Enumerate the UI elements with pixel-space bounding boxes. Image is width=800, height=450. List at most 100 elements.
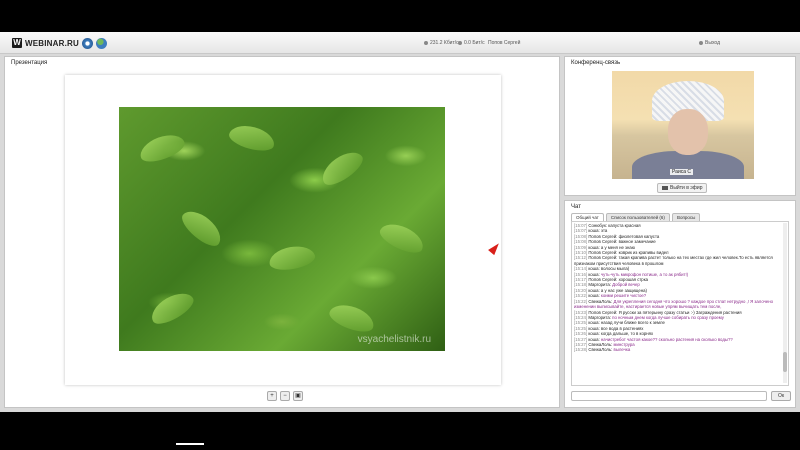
chat-message-user: коша: xyxy=(588,266,600,272)
chat-message-time: [15:12] xyxy=(574,255,588,261)
chat-message-text: фиолетовая капуста xyxy=(618,233,660,239)
chat-message: [15:28] СвежаЛоль: вылечка xyxy=(574,347,786,352)
chat-message-user: коша: xyxy=(588,271,600,277)
chat-message-user: СвежаЛоль: xyxy=(588,341,613,347)
save-icon[interactable]: ▣ xyxy=(293,391,303,401)
chat-message-time: [15:22] xyxy=(574,293,588,299)
chat-message-text: капуста красная xyxy=(608,223,641,228)
zoom-out-icon[interactable]: − xyxy=(280,391,290,401)
chat-message: [15:12] Попов Сергей: такая крапива раст… xyxy=(574,255,786,266)
chat-log[interactable]: [15:07] Сонюбук: капуста красная [15:07] … xyxy=(571,221,789,386)
chat-message-user: Маргорита: xyxy=(588,314,611,320)
chat-message-text: вылечка xyxy=(613,347,631,353)
leaf-shape xyxy=(316,145,368,191)
conference-title: Конференц-связь xyxy=(571,60,621,66)
app-window: W WEBINAR.RU 231.2 Кбит/с 0.0 Бит/с Попо… xyxy=(0,32,800,445)
chat-message: [15:22] СвежаЛоль: Для укрепления сегодн… xyxy=(574,299,786,310)
current-user-name: Попов Сергей xyxy=(488,40,521,46)
chat-panel: Чат Общий чат Список пользователей (6) В… xyxy=(564,200,796,408)
chat-message-time: [15:08] xyxy=(574,239,588,245)
tab-questions[interactable]: Вопросы xyxy=(671,213,701,221)
leaf-shape xyxy=(267,243,317,273)
go-on-air-label: Выйти в эфир xyxy=(670,185,703,191)
exit-button[interactable]: Выход xyxy=(699,40,720,46)
chat-message-time: [15:08] xyxy=(574,233,588,239)
chat-message-text: по ночным днем когда лучше собирать по с… xyxy=(612,314,724,320)
zoom-in-icon[interactable]: + xyxy=(267,391,277,401)
bitrate-dot-icon xyxy=(458,41,462,45)
chat-message-user: СвежаЛоль: xyxy=(588,347,613,353)
chat-message-time: [15:25] xyxy=(574,325,588,331)
watermark: vsyachelistnik.ru xyxy=(357,334,431,345)
chat-message-user: Маргорита: xyxy=(588,282,611,288)
chat-message-text: назад лучи ближе всего к земле xyxy=(600,320,665,326)
chat-message-time: [15:07] xyxy=(574,223,588,228)
chat-message-time: [15:25] xyxy=(574,320,588,326)
logo: W WEBINAR.RU xyxy=(12,38,79,48)
chat-message-input[interactable] xyxy=(571,391,767,401)
chat-message-text: когда дальше, то в корнях xyxy=(600,331,654,337)
leaf-shape xyxy=(326,299,378,337)
tab-user-list[interactable]: Список пользователей (6) xyxy=(605,213,670,221)
exit-label: Выход xyxy=(705,40,720,46)
chat-message-time: [15:24] xyxy=(574,314,588,320)
chat-message-text: минструра xyxy=(613,341,635,347)
chat-title: Чат xyxy=(571,204,581,210)
nettle-photo: vsyachelistnik.ru xyxy=(119,107,445,351)
chat-message-text: коими решите чистое? xyxy=(600,293,647,299)
leaf-shape xyxy=(177,204,227,252)
speaker-face xyxy=(668,109,708,155)
chat-message-text: коврик из крапивы видел xyxy=(618,250,669,256)
chat-message-user: Сонюбук: xyxy=(588,223,608,228)
conference-panel: Конференц-связь Раиса С Выйти в эфир xyxy=(564,56,796,196)
leaf-shape xyxy=(146,286,198,330)
chat-tabs: Общий чат Список пользователей (6) Вопро… xyxy=(571,213,701,221)
chat-message-time: [15:27] xyxy=(574,336,588,342)
chat-message-time: [15:23] xyxy=(574,309,588,315)
chat-message-time: [15:20] xyxy=(574,287,588,293)
send-button[interactable]: Ок xyxy=(771,391,791,401)
chat-message-user: СвежаЛоль: xyxy=(588,298,613,304)
tab-general-chat[interactable]: Общий чат xyxy=(571,213,604,221)
chat-message-time: [15:16] xyxy=(574,271,588,277)
video-feed: Раиса С xyxy=(612,71,754,179)
chat-message-text: важное замечание xyxy=(618,239,656,245)
chat-message-user: коша: xyxy=(588,228,600,234)
chat-message-time: [15:18] xyxy=(574,282,588,288)
participants-icon[interactable] xyxy=(96,38,107,49)
chat-message-user: Попов Сергей: xyxy=(588,250,618,256)
chat-message-user: Попов Сергей: xyxy=(588,277,618,283)
speed-value: 231.2 Кбит/с xyxy=(430,40,459,46)
chat-message-time: [15:17] xyxy=(574,277,588,283)
chat-message-text: чуть-чуть микрофон потише, а то ак рябит… xyxy=(600,271,689,277)
chat-message-time: [15:27] xyxy=(574,341,588,347)
chat-message-time: [15:28] xyxy=(574,347,588,353)
chat-message-text: эта xyxy=(600,228,608,234)
chat-message-text: а у меня не знаю xyxy=(600,244,635,250)
presentation-title: Презентация xyxy=(11,60,48,66)
leaf-shape xyxy=(376,218,428,258)
camera-icon xyxy=(662,186,668,190)
bitrate-indicator: 0.0 Бит/с xyxy=(458,40,485,46)
chat-message-text: начистребот частоя какое?? скольно расте… xyxy=(600,336,733,342)
settings-gear-icon[interactable] xyxy=(82,38,93,49)
chat-scroll-thumb[interactable] xyxy=(783,352,787,372)
go-on-air-button[interactable]: Выйти в эфир xyxy=(657,183,708,193)
chat-message-user: Попов Сергей: xyxy=(588,239,618,245)
chat-message-user: коша: xyxy=(588,320,600,326)
chat-message-text: волосы мыла) xyxy=(600,266,630,272)
bitrate-value: 0.0 Бит/с xyxy=(464,40,485,46)
logo-mark: W xyxy=(12,38,22,48)
chat-message-user: коша: xyxy=(588,293,600,299)
chat-message-user: Попов Сергей: xyxy=(588,255,618,261)
chat-message-text: Я русски за пятерьину сразу статьи :-) З… xyxy=(618,309,742,315)
chat-message-time: [15:09] xyxy=(574,244,588,250)
chat-message-text: хорошая стрка xyxy=(618,277,649,283)
chat-message-user: коша: xyxy=(588,244,600,250)
slide: vsyachelistnik.ru xyxy=(65,75,501,385)
presentation-panel: Презентация vsyachelistnik.ru + − ▣ xyxy=(4,56,560,408)
participant-label: Раиса С xyxy=(670,169,694,175)
speed-indicator: 231.2 Кбит/с xyxy=(424,40,459,46)
chat-message-text: все вода в растениях xyxy=(600,325,644,331)
current-user: Попов Сергей xyxy=(488,40,520,46)
